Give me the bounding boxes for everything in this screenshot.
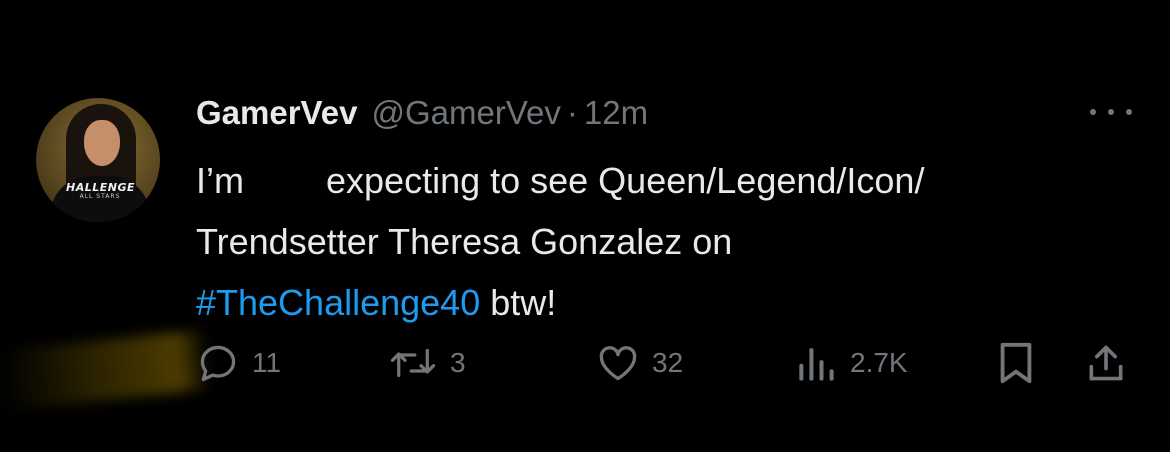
retweet-button[interactable]: 3 [388,335,466,391]
views-button[interactable]: 2.7K [794,335,908,391]
avatar-logo-subtext: ALL STARS [79,193,121,200]
heart-icon [596,341,640,385]
like-button[interactable]: 32 [596,335,683,391]
avatar-logo: HALLENGE ALL STARS [66,182,135,200]
more-dot [1108,109,1114,115]
like-count: 32 [652,347,684,378]
reply-icon [196,341,240,385]
avatar-face [84,120,120,166]
tweet-text-line1-start: I’m [196,160,244,201]
share-icon [1084,340,1128,386]
more-dot [1090,109,1096,115]
views-count: 2.7K [850,347,908,378]
tweet-text-line2: Trendsetter Theresa Gonzalez on [196,221,733,262]
more-dot [1126,109,1132,115]
bookmark-button[interactable] [996,335,1036,391]
author-name[interactable]: GamerVev [196,92,357,134]
tweet-timestamp[interactable]: 12m [584,92,648,134]
bookmark-icon [996,340,1036,386]
tweet-actions: 11 3 32 2.7K [0,335,1170,391]
retweet-count: 3 [450,347,466,378]
tweet-text-line3-end: btw! [480,282,557,323]
more-options-icon[interactable] [1090,98,1132,126]
retweet-icon [388,341,438,385]
header-separator: · [566,94,578,131]
hashtag-link[interactable]: #TheChallenge40 [196,282,480,323]
tweet-header: GamerVev @GamerVev · 12m [196,92,648,134]
tweet-text-line1-end: expecting to see Queen/Legend/Icon/ [326,160,925,201]
views-icon [794,341,838,385]
author-handle[interactable]: @GamerVev [371,92,560,134]
avatar[interactable]: HALLENGE ALL STARS [36,98,160,222]
reply-count: 11 [252,347,282,378]
tweet[interactable]: HALLENGE ALL STARS GamerVev @GamerVev · … [0,0,1170,452]
share-button[interactable] [1084,335,1128,391]
reply-button[interactable]: 11 [196,335,281,391]
tweet-text: I’m expecting to see Queen/Legend/Icon/ T… [196,150,1136,333]
